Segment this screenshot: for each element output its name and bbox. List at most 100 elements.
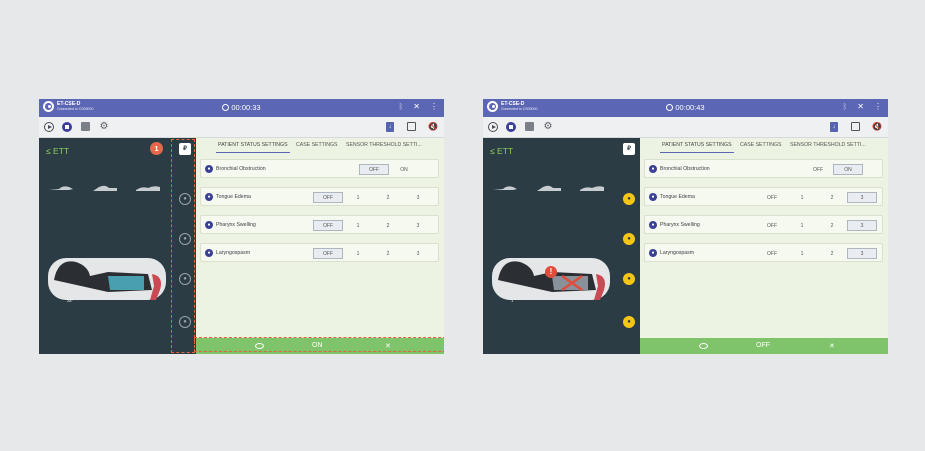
option-2[interactable]: 2 bbox=[373, 192, 403, 203]
option-2[interactable]: 2 bbox=[817, 248, 847, 259]
timer-value: 00:00:33 bbox=[231, 103, 261, 112]
tab-case-settings[interactable]: CASE SETTINGS bbox=[740, 142, 782, 148]
option-off[interactable]: OFF bbox=[757, 220, 787, 231]
ett-label: ≤ ETT bbox=[490, 146, 514, 156]
option-2[interactable]: 2 bbox=[817, 192, 847, 203]
row-label: Tongue Edema bbox=[660, 194, 695, 200]
report-icon[interactable]: ↓ bbox=[386, 122, 394, 132]
report-icon[interactable]: ↓ bbox=[830, 122, 838, 132]
setting-row-pharynx-swelling: ● Pharynx Swelling OFF 1 2 3 bbox=[644, 215, 883, 234]
setting-row-tongue-edema: ● Tongue Edema OFF 1 2 3 bbox=[644, 187, 883, 206]
simulator-view: ≤ ETT 1 ! bbox=[483, 138, 618, 354]
option-3[interactable]: 3 bbox=[403, 192, 433, 203]
tab-sensor-threshold[interactable]: SENSOR THRESHOLD SETTI... bbox=[790, 142, 866, 148]
lungs-icon[interactable]: ● bbox=[623, 193, 635, 205]
airway-icon bbox=[493, 186, 517, 190]
tongue-icon: ● bbox=[649, 193, 657, 201]
highlight-strip-outline bbox=[171, 139, 195, 353]
active-tab-indicator bbox=[660, 152, 734, 154]
tab-case-settings[interactable]: CASE SETTINGS bbox=[296, 142, 338, 148]
patient-settings-icon[interactable]: ₽ bbox=[623, 143, 635, 155]
monitor-icon[interactable] bbox=[81, 122, 90, 131]
play-icon[interactable] bbox=[44, 122, 54, 132]
title-bar: ET-CSE-D Connected to CS00000 00:00:43 ᛒ… bbox=[483, 99, 888, 117]
airway-icon bbox=[49, 186, 73, 190]
lungs-icon: ● bbox=[205, 165, 213, 173]
larynx-icon: ● bbox=[205, 249, 213, 257]
patient-airway-illustration bbox=[48, 258, 166, 300]
more-menu-icon[interactable]: ⋮ bbox=[430, 102, 438, 111]
option-3[interactable]: 3 bbox=[847, 192, 877, 203]
option-off[interactable]: OFF bbox=[313, 248, 343, 259]
bluetooth-icon: ᛒ bbox=[842, 102, 848, 111]
simulator-view: ≤ ETT 28° bbox=[39, 138, 174, 354]
timer-value: 00:00:43 bbox=[675, 103, 705, 112]
option-off[interactable]: OFF bbox=[359, 164, 389, 175]
pharynx-icon: ● bbox=[205, 221, 213, 229]
settings-tabs: PATIENT STATUS SETTINGS CASE SETTINGS SE… bbox=[196, 138, 444, 154]
mute-icon[interactable]: 🔇 bbox=[872, 122, 882, 132]
title-bar: ET-CSE-D Connected to CS00000 00:00:33 ᛒ… bbox=[39, 99, 444, 117]
bluetooth-icon: ᛒ bbox=[398, 102, 404, 111]
close-button[interactable]: ✕ bbox=[829, 342, 835, 350]
option-1[interactable]: 1 bbox=[787, 192, 817, 203]
tab-patient-status[interactable]: PATIENT STATUS SETTINGS bbox=[218, 142, 288, 148]
option-off[interactable]: OFF bbox=[803, 164, 833, 175]
setting-row-laryngospasm: ● Laryngospasm OFF 1 2 3 bbox=[644, 243, 883, 262]
active-tab-indicator bbox=[216, 152, 290, 154]
row-label: Pharynx Swelling bbox=[660, 222, 700, 228]
row-label: Bronchial Obstruction bbox=[216, 166, 266, 172]
close-icon[interactable]: ✕ bbox=[857, 102, 864, 111]
tab-patient-status[interactable]: PATIENT STATUS SETTINGS bbox=[662, 142, 732, 148]
option-1[interactable]: 1 bbox=[343, 192, 373, 203]
gear-icon[interactable]: ⚙ bbox=[543, 122, 553, 132]
option-1[interactable]: 1 bbox=[787, 248, 817, 259]
tongue-icon[interactable]: ● bbox=[623, 233, 635, 245]
option-off[interactable]: OFF bbox=[757, 248, 787, 259]
close-icon[interactable]: ✕ bbox=[413, 102, 420, 111]
larynx-icon[interactable]: ● bbox=[623, 316, 635, 328]
airway-icon bbox=[580, 186, 604, 191]
tab-sensor-threshold[interactable]: SENSOR THRESHOLD SETTI... bbox=[346, 142, 422, 148]
eye-off-icon[interactable] bbox=[699, 343, 708, 349]
screen-after: ET-CSE-D Connected to CS00000 00:00:43 ᛒ… bbox=[483, 99, 888, 354]
more-menu-icon[interactable]: ⋮ bbox=[874, 102, 882, 111]
pharynx-icon[interactable]: ● bbox=[623, 273, 635, 285]
option-off[interactable]: OFF bbox=[313, 192, 343, 203]
step-badge: 1 bbox=[150, 142, 163, 155]
option-off[interactable]: OFF bbox=[313, 220, 343, 231]
stop-icon[interactable] bbox=[506, 122, 516, 132]
stop-icon[interactable] bbox=[62, 122, 72, 132]
option-3[interactable]: 3 bbox=[403, 220, 433, 231]
status-toggle[interactable]: OFF bbox=[756, 342, 770, 349]
calendar-icon[interactable] bbox=[407, 122, 416, 131]
play-icon[interactable] bbox=[488, 122, 498, 132]
row-label: Bronchial Obstruction bbox=[660, 166, 710, 172]
highlight-bar-outline bbox=[194, 337, 444, 352]
option-on[interactable]: ON bbox=[833, 164, 863, 175]
option-2[interactable]: 2 bbox=[373, 220, 403, 231]
bottom-action-bar: OFF ✕ bbox=[640, 338, 888, 354]
option-2[interactable]: 2 bbox=[817, 220, 847, 231]
option-2[interactable]: 2 bbox=[373, 248, 403, 259]
gear-icon[interactable]: ⚙ bbox=[99, 122, 109, 132]
option-1[interactable]: 1 bbox=[343, 220, 373, 231]
option-off[interactable]: OFF bbox=[757, 192, 787, 203]
session-timer: 00:00:33 bbox=[39, 103, 444, 112]
airway-icon bbox=[537, 185, 561, 191]
mute-icon[interactable]: 🔇 bbox=[428, 122, 438, 132]
option-3[interactable]: 3 bbox=[403, 248, 433, 259]
setting-row-bronchial-obstruction: ● Bronchial Obstruction OFF ON bbox=[644, 159, 883, 178]
setting-row-pharynx-swelling: ● Pharynx Swelling OFF 1 2 3 bbox=[200, 215, 439, 234]
option-1[interactable]: 1 bbox=[787, 220, 817, 231]
monitor-icon[interactable] bbox=[525, 122, 534, 131]
toolbar: ⚙ ↓ 🔇 bbox=[39, 117, 444, 138]
tongue-icon: ● bbox=[205, 193, 213, 201]
option-3[interactable]: 3 bbox=[847, 220, 877, 231]
screen-before: ET-CSE-D Connected to CS00000 00:00:33 ᛒ… bbox=[39, 99, 444, 354]
calendar-icon[interactable] bbox=[851, 122, 860, 131]
option-on[interactable]: ON bbox=[389, 164, 419, 175]
toolbar: ⚙ ↓ 🔇 bbox=[483, 117, 888, 138]
option-1[interactable]: 1 bbox=[343, 248, 373, 259]
option-3[interactable]: 3 bbox=[847, 248, 877, 259]
